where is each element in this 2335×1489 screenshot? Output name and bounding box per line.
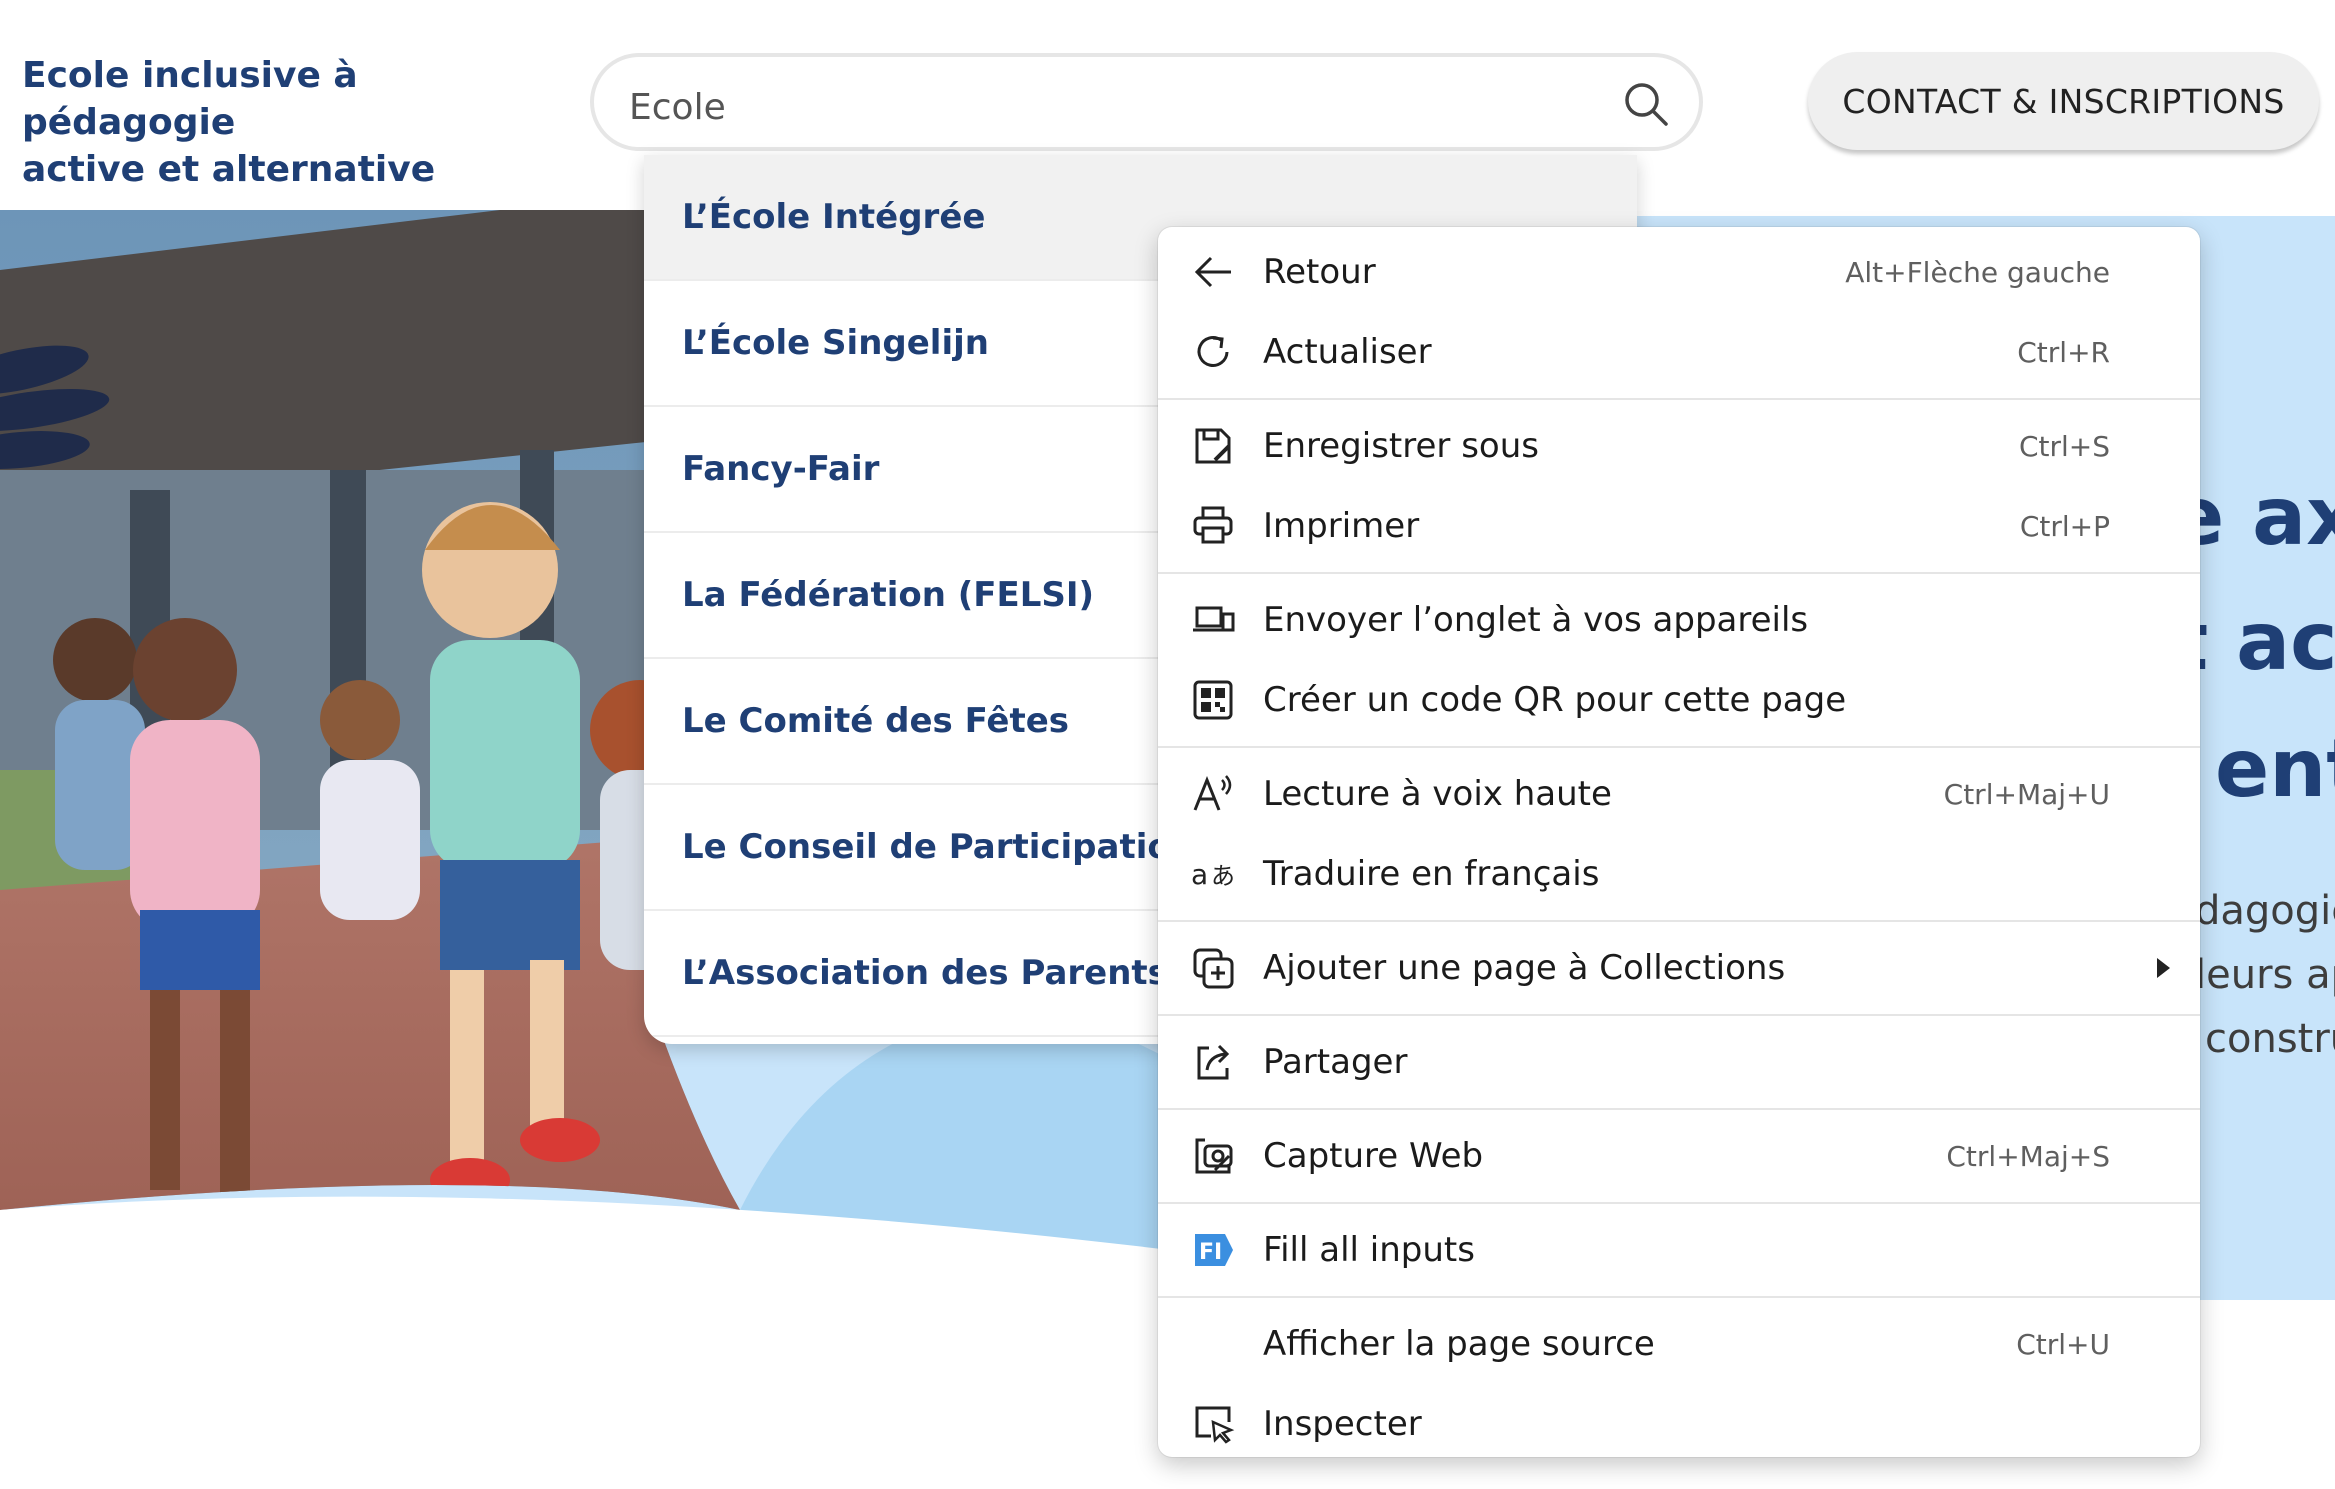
svg-text:あ: あ	[1211, 862, 1235, 890]
menu-item-shortcut: Ctrl+R	[2017, 335, 2110, 369]
menu-item-enregistrer-sous[interactable]: Enregistrer sous Ctrl+S	[1158, 406, 2200, 486]
menu-item-lecture-voix-haute[interactable]: Lecture à voix haute Ctrl+Maj+U	[1158, 754, 2200, 834]
menu-separator	[1158, 1202, 2200, 1204]
menu-separator	[1158, 1108, 2200, 1110]
menu-item-fill-all-inputs[interactable]: FI Fill all inputs	[1158, 1210, 2200, 1290]
back-arrow-icon	[1194, 256, 1231, 288]
menu-separator	[1158, 746, 2200, 748]
collections-icon	[1193, 948, 1234, 989]
site-tagline: Ecole inclusive à pédagogie active et al…	[22, 52, 542, 193]
share-icon	[1197, 1044, 1230, 1080]
menu-item-label: Afficher la page source	[1263, 1324, 1655, 1364]
search-icon[interactable]	[1623, 81, 1669, 127]
tagline-line-2: active et alternative	[22, 149, 436, 190]
menu-item-label: Inspecter	[1263, 1404, 1422, 1444]
web-capture-icon	[1195, 1138, 1233, 1174]
svg-text:FI: FI	[1199, 1240, 1222, 1265]
menu-item-retour[interactable]: Retour Alt+Flèche gauche	[1158, 232, 2200, 312]
menu-item-shortcut: Ctrl+Maj+S	[1946, 1139, 2110, 1173]
inspect-icon	[1195, 1406, 1235, 1444]
browser-context-menu: Retour Alt+Flèche gauche Actualiser Ctrl…	[1158, 227, 2200, 1457]
menu-item-envoyer-onglet[interactable]: Envoyer l’onglet à vos appareils	[1158, 580, 2200, 660]
menu-item-capture-web[interactable]: Capture Web Ctrl+Maj+S	[1158, 1116, 2200, 1196]
hero-body-line-1: dagogie	[2195, 888, 2335, 934]
hero-body-line-2: leurs ap	[2195, 952, 2335, 998]
menu-separator	[1158, 920, 2200, 922]
menu-item-actualiser[interactable]: Actualiser Ctrl+R	[1158, 312, 2200, 392]
hero-body-line-3: constru	[2205, 1016, 2335, 1062]
menu-item-label: Lecture à voix haute	[1263, 774, 1612, 814]
menu-item-inspecter[interactable]: Inspecter	[1158, 1384, 2200, 1464]
refresh-icon	[1197, 336, 1229, 367]
menu-item-partager[interactable]: Partager	[1158, 1022, 2200, 1102]
menu-item-label: Capture Web	[1263, 1136, 1484, 1176]
menu-item-shortcut: Ctrl+U	[2016, 1327, 2110, 1361]
save-as-icon	[1195, 428, 1231, 464]
menu-item-traduire[interactable]: a あ Traduire en français	[1158, 834, 2200, 914]
qr-code-icon	[1193, 680, 1233, 720]
menu-item-label: Partager	[1263, 1042, 1408, 1082]
menu-item-shortcut: Ctrl+S	[2018, 429, 2110, 463]
menu-item-label: Traduire en français	[1263, 854, 1600, 894]
contact-inscriptions-button[interactable]: CONTACT & INSCRIPTIONS	[1808, 52, 2319, 150]
translate-icon: a あ	[1191, 858, 1235, 891]
hero-heading-line-3: ent	[2215, 722, 2335, 815]
menu-item-shortcut: Ctrl+P	[2019, 509, 2110, 543]
menu-separator	[1158, 398, 2200, 400]
menu-item-shortcut: Alt+Flèche gauche	[1845, 255, 2110, 289]
submenu-arrow-icon	[2157, 958, 2170, 978]
menu-item-imprimer[interactable]: Imprimer Ctrl+P	[1158, 486, 2200, 566]
send-to-devices-icon	[1193, 606, 1235, 632]
menu-item-label: Envoyer l’onglet à vos appareils	[1263, 600, 1809, 640]
menu-item-label: Retour	[1263, 252, 1376, 292]
menu-item-label: Actualiser	[1263, 332, 1432, 372]
tagline-line-1: Ecole inclusive à pédagogie	[22, 55, 358, 143]
search-input[interactable]: Ecole	[629, 87, 726, 128]
menu-item-code-qr[interactable]: Créer un code QR pour cette page	[1158, 660, 2200, 740]
printer-icon	[1193, 506, 1233, 544]
menu-item-label: Fill all inputs	[1263, 1230, 1475, 1270]
fill-inputs-extension-icon: FI	[1195, 1234, 1233, 1266]
menu-item-label: Enregistrer sous	[1263, 426, 1539, 466]
menu-item-label: Imprimer	[1263, 506, 1420, 546]
menu-item-shortcut: Ctrl+Maj+U	[1943, 777, 2110, 811]
search-bar[interactable]: Ecole	[590, 53, 1703, 151]
menu-item-label: Ajouter une page à Collections	[1263, 948, 1786, 988]
menu-separator	[1158, 572, 2200, 574]
menu-separator	[1158, 1014, 2200, 1016]
menu-item-ajouter-collections[interactable]: Ajouter une page à Collections	[1158, 928, 2200, 1008]
menu-item-afficher-source[interactable]: Afficher la page source Ctrl+U	[1158, 1304, 2200, 1384]
menu-separator	[1158, 1296, 2200, 1298]
svg-text:a: a	[1191, 858, 1208, 891]
read-aloud-icon	[1193, 775, 1232, 811]
menu-item-label: Créer un code QR pour cette page	[1263, 680, 1847, 720]
